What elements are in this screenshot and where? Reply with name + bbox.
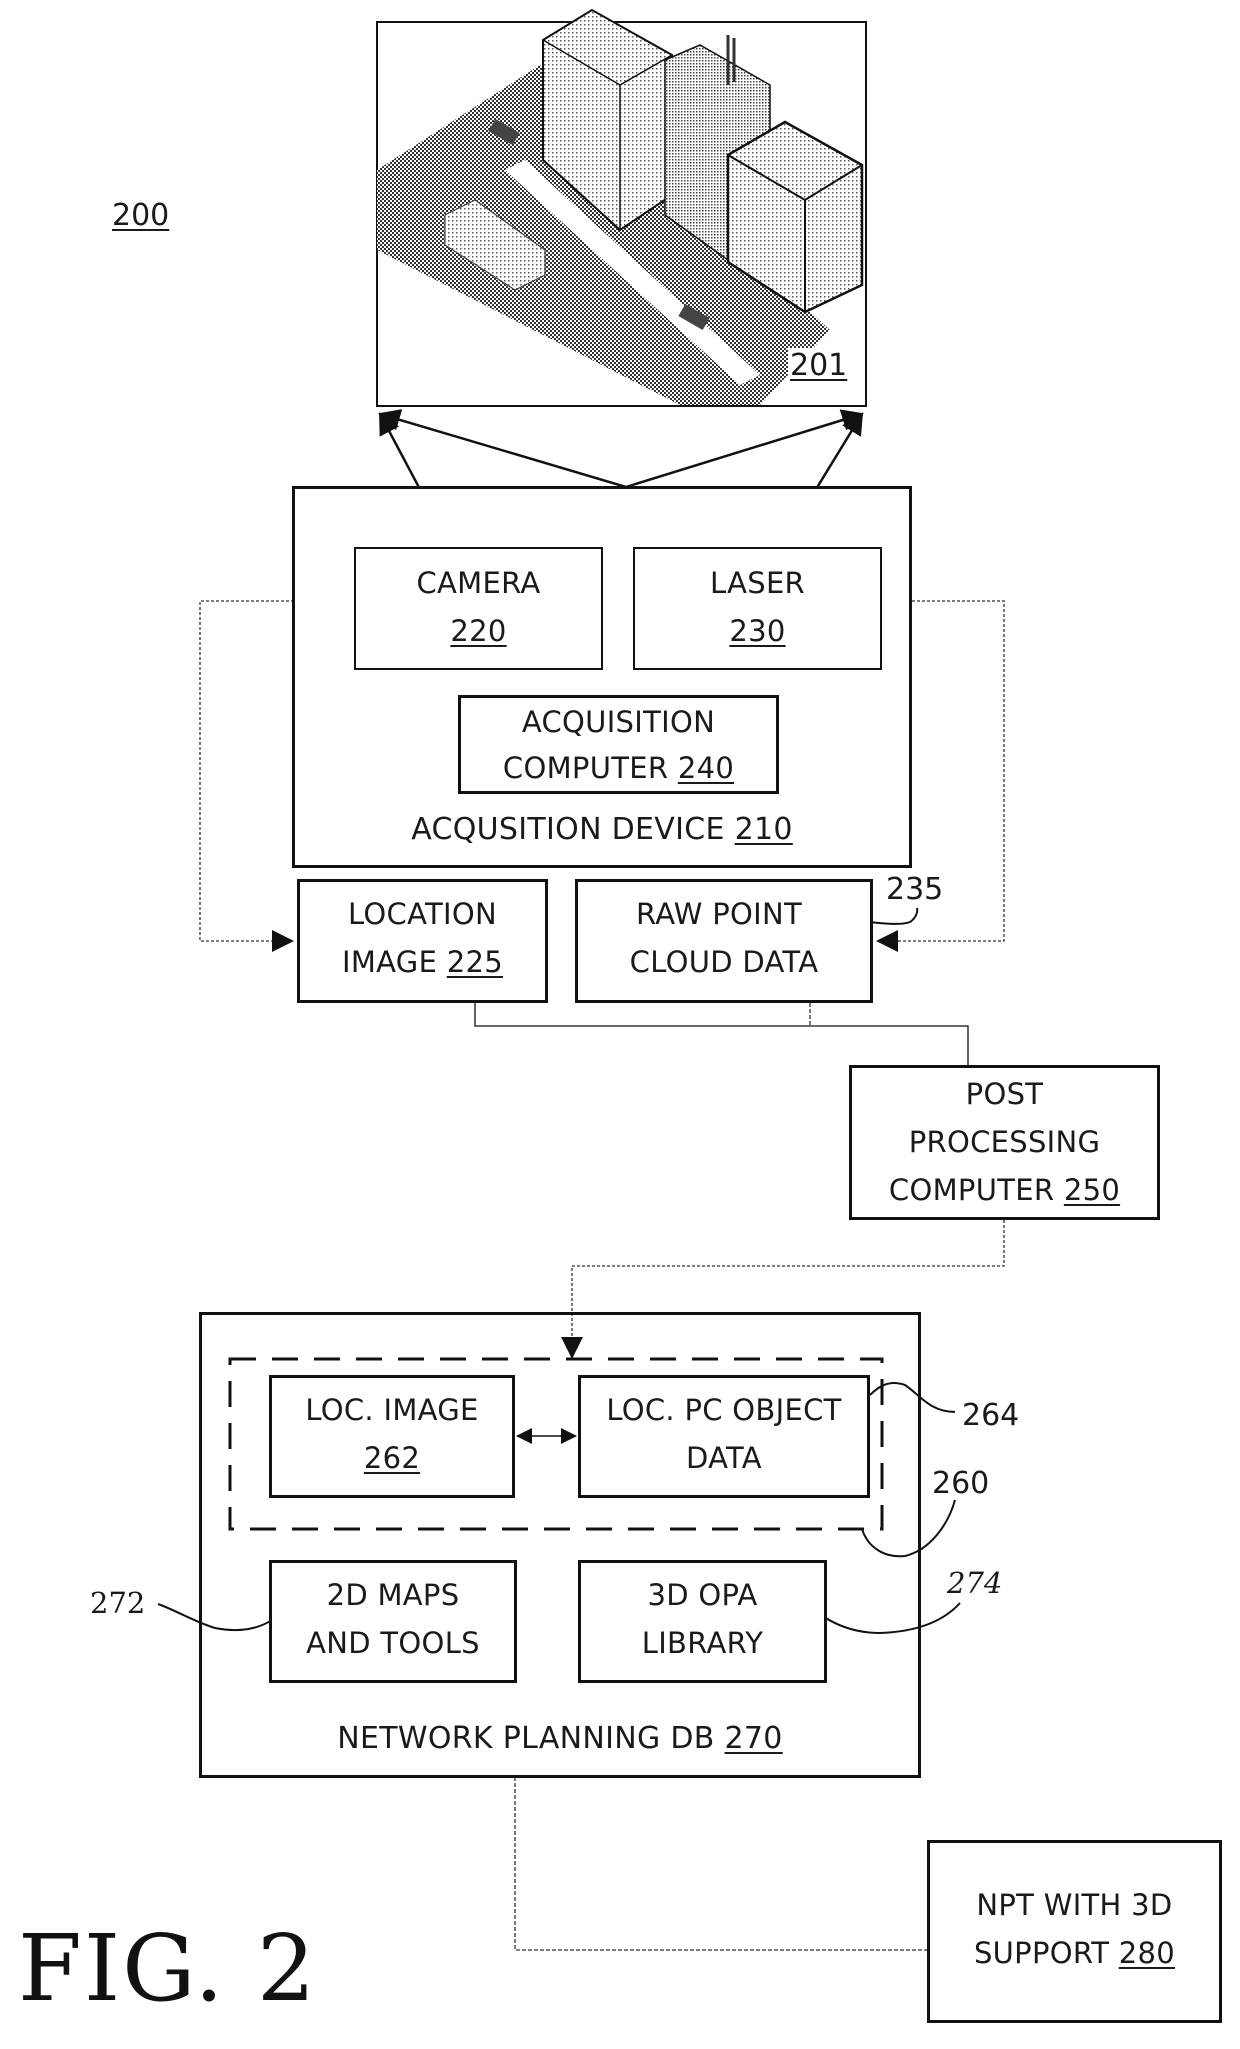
npt-box: NPT WITH 3D SUPPORT 280: [927, 1840, 1222, 2023]
figure-caption: FIG. 2: [18, 1915, 318, 2022]
acquisition-computer-ref: 240: [677, 751, 735, 785]
npt-ref: 280: [1118, 1936, 1176, 1970]
acquisition-computer-line1: ACQUISITION: [521, 705, 716, 739]
acquisition-computer-line2: COMPUTER 240: [461, 748, 776, 789]
location-image-text: IMAGE: [342, 945, 447, 979]
laser-label: LASER: [709, 566, 806, 600]
acquisition-device-box: ACQUSITION DEVICE 210: [292, 486, 912, 868]
camera-box: CAMERA 220: [354, 547, 603, 670]
db-to-npt-connector: [514, 1777, 927, 1951]
loc-pc-object-box: LOC. PC OBJECT DATA: [578, 1375, 870, 1498]
raw-point-cloud-ref: 235: [886, 872, 944, 907]
location-image-box: LOCATION IMAGE 225: [297, 879, 548, 1003]
camera-ref: 220: [450, 614, 507, 648]
laser-box: LASER 230: [633, 547, 882, 670]
maps-tools-ref: 272: [90, 1586, 146, 1620]
raw-point-cloud-line2: CLOUD DATA: [629, 945, 819, 979]
post-processing-text: COMPUTER: [888, 1173, 1064, 1207]
loc-image-box: LOC. IMAGE 262: [269, 1375, 515, 1498]
npt-line1: NPT WITH 3D: [976, 1888, 1173, 1922]
post-processing-ref: 250: [1063, 1173, 1121, 1207]
acquisition-device-ref: 210: [734, 812, 793, 847]
group-ref-260: 260: [932, 1466, 990, 1501]
opa-library-line1: 3D OPA: [647, 1578, 758, 1612]
scene-ref-label: 201: [788, 348, 850, 383]
loc-image-line1: LOC. IMAGE: [305, 1393, 479, 1427]
system-ref-label: 200: [112, 198, 170, 233]
network-planning-db-ref: 270: [724, 1721, 783, 1756]
location-image-ref: 225: [446, 945, 503, 979]
acquisition-computer-box: ACQUISITION COMPUTER 240: [458, 695, 779, 794]
post-processing-line3: COMPUTER 250: [852, 1170, 1157, 1211]
patent-figure: 200 201 ACQUSITION DEVICE 210 CAMERA 220…: [0, 0, 1240, 2049]
scene-illustration: [376, 8, 867, 407]
loc-pc-object-ref: 264: [962, 1398, 1020, 1433]
post-processing-box: POST PROCESSING COMPUTER 250: [849, 1065, 1160, 1220]
camera-label: CAMERA: [416, 566, 541, 600]
maps-tools-line2: AND TOOLS: [306, 1626, 480, 1660]
data-to-post-connector: [474, 1003, 969, 1065]
acquisition-computer-text: COMPUTER: [502, 751, 678, 785]
location-image-line1: LOCATION: [348, 897, 497, 931]
opa-library-ref: 274: [947, 1566, 1003, 1600]
acquisition-device-text: ACQUSITION DEVICE: [411, 812, 735, 847]
location-image-line2: IMAGE 225: [300, 942, 545, 983]
raw-point-cloud-box: RAW POINT CLOUD DATA: [575, 879, 873, 1003]
loc-pc-object-line2: DATA: [686, 1441, 762, 1475]
npt-line2: SUPPORT 280: [930, 1933, 1219, 1974]
network-planning-db-text: NETWORK PLANNING DB: [337, 1721, 725, 1756]
acquisition-device-label: ACQUSITION DEVICE 210: [295, 809, 909, 851]
network-planning-db-label: NETWORK PLANNING DB 270: [202, 1718, 918, 1760]
maps-tools-box: 2D MAPS AND TOOLS: [269, 1560, 517, 1683]
post-processing-line2: PROCESSING: [908, 1125, 1101, 1159]
raw-point-cloud-line1: RAW POINT: [635, 897, 803, 931]
laser-ref: 230: [729, 614, 786, 648]
post-processing-line1: POST: [965, 1077, 1044, 1111]
opa-library-box: 3D OPA LIBRARY: [578, 1560, 827, 1683]
loc-pc-object-line1: LOC. PC OBJECT: [606, 1393, 842, 1427]
opa-library-line2: LIBRARY: [641, 1626, 764, 1660]
maps-tools-line1: 2D MAPS: [326, 1578, 460, 1612]
npt-text: SUPPORT: [973, 1936, 1119, 1970]
loc-image-ref: 262: [363, 1441, 421, 1475]
